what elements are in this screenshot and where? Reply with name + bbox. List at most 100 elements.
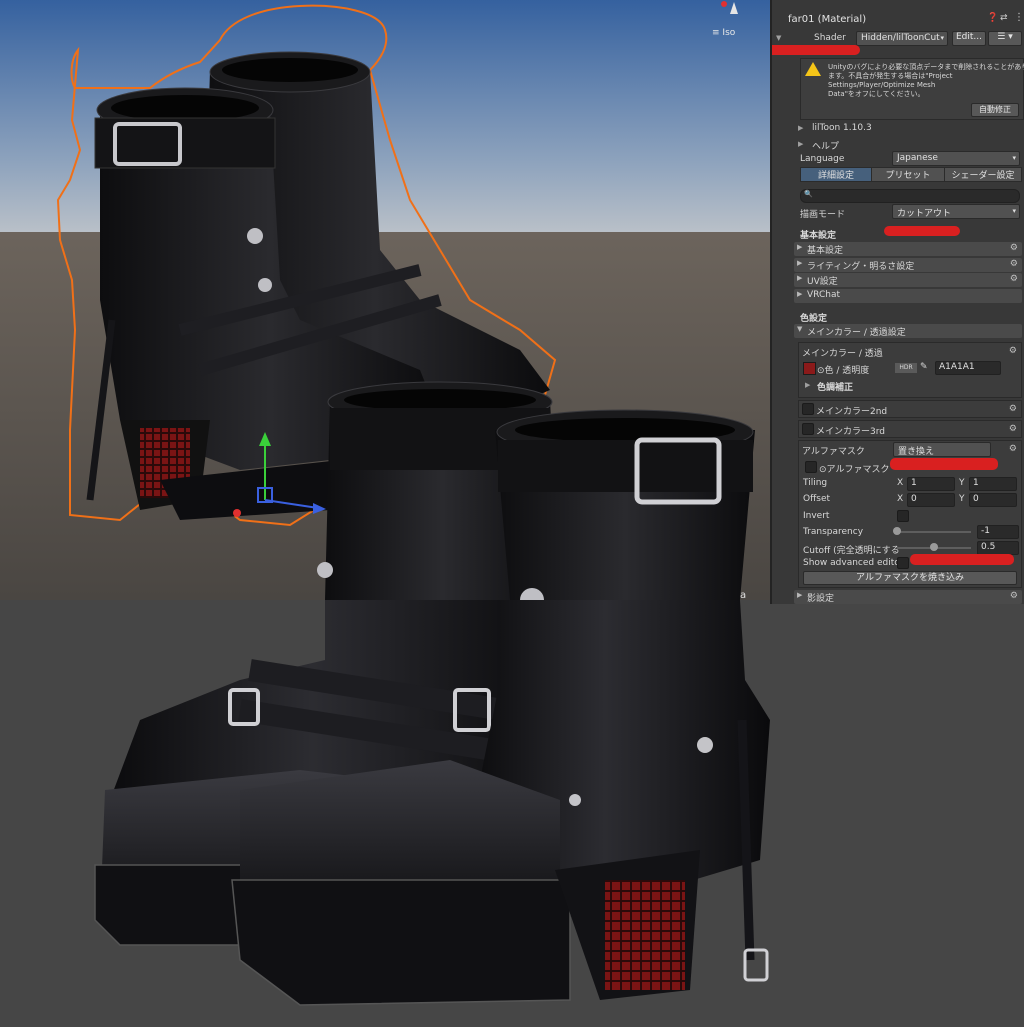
shader-menu-button[interactable]: ☰ ▾ bbox=[988, 31, 1022, 46]
inspector-panel: far01 (Material) ❓ ⇄ ⋮ ▼ Shader Hidden/l… bbox=[770, 0, 1024, 604]
main-color-2nd-label: メインカラー2nd bbox=[816, 407, 888, 417]
hdr-toggle[interactable]: HDR bbox=[895, 363, 917, 373]
tiling-y-label: Y bbox=[959, 478, 965, 488]
tab-advanced-settings[interactable]: 詳細設定 bbox=[800, 167, 872, 182]
material-name: far01 (Material) bbox=[788, 14, 867, 25]
gear-icon[interactable]: ⚙ bbox=[1009, 424, 1017, 434]
version-label[interactable]: lilToon 1.10.3 bbox=[812, 123, 872, 133]
alpha-mask-label: アルファマスク bbox=[802, 447, 865, 457]
section-vrchat[interactable]: ▶ VRChat bbox=[794, 289, 1022, 303]
dropdown-arrow-icon: ▾ bbox=[940, 34, 944, 42]
expand-help-icon[interactable]: ▶ bbox=[798, 140, 803, 148]
show-advanced-label: Show advanced edito bbox=[803, 558, 900, 568]
red-annotation-render-mode bbox=[884, 226, 960, 236]
offset-y-field[interactable]: 0 bbox=[969, 493, 1017, 507]
scene-gizmo-icon[interactable] bbox=[714, 0, 754, 18]
gear-icon[interactable]: ⚙ bbox=[1010, 591, 1018, 601]
offset-y-label: Y bbox=[959, 494, 965, 504]
cutoff-field[interactable]: 0.5 bbox=[977, 541, 1019, 555]
cutoff-slider-knob[interactable] bbox=[930, 543, 938, 551]
warning-text-1: Unityのバグにより必要な頂点データまで削除されることがあり bbox=[828, 63, 1024, 71]
section-basic[interactable]: ▶ 基本設定 ⚙ bbox=[794, 242, 1022, 256]
eyedropper-icon[interactable]: ✎ bbox=[920, 362, 928, 372]
offset-x-label: X bbox=[897, 494, 904, 504]
scene-view[interactable]: ≡ Iso bbox=[0, 0, 770, 600]
main-color-2nd-row: メインカラー2nd ⚙ bbox=[798, 400, 1022, 418]
expand-icon: ▶ bbox=[797, 591, 803, 599]
tiling-y-field[interactable]: 1 bbox=[969, 477, 1017, 491]
gear-icon[interactable]: ⚙ bbox=[1009, 444, 1017, 454]
search-field[interactable]: 🔍 bbox=[800, 189, 1020, 203]
red-annotation-cutoff bbox=[910, 554, 1014, 565]
section-shadow[interactable]: ▶ 影設定 ⚙ bbox=[794, 590, 1022, 604]
color-alpha-label: ⊙色 / 透明度 bbox=[817, 366, 870, 376]
view-mode-label[interactable]: ≡ Iso bbox=[712, 28, 735, 38]
preset-icon[interactable]: ⇄ bbox=[1000, 13, 1008, 23]
expand-icon: ▶ bbox=[797, 290, 803, 298]
search-icon: 🔍 bbox=[804, 190, 813, 198]
color-settings-header: 色設定 bbox=[800, 314, 828, 324]
expand-icon[interactable]: ▶ bbox=[805, 381, 810, 389]
tab-presets[interactable]: プリセット bbox=[871, 167, 945, 182]
render-mode-label: 描画モード bbox=[800, 210, 846, 220]
help-label[interactable]: ヘルプ bbox=[812, 139, 839, 152]
shader-dropdown[interactable]: Hidden/lilToonCut ▾ bbox=[856, 31, 948, 46]
collapse-arrow-icon[interactable]: ▼ bbox=[776, 34, 781, 42]
more-menu-icon[interactable]: ⋮ bbox=[1014, 12, 1024, 23]
gear-icon[interactable]: ⚙ bbox=[1010, 259, 1018, 269]
warning-text-2: ます。不具合が発生する場合は"Project bbox=[828, 72, 953, 80]
main-color-3rd-checkbox[interactable] bbox=[802, 423, 814, 435]
red-annotation-shader bbox=[772, 45, 860, 55]
shader-label: Shader bbox=[814, 33, 846, 43]
dropdown-arrow-icon: ▾ bbox=[1012, 154, 1016, 162]
main-color-3rd-label: メインカラー3rd bbox=[816, 427, 885, 437]
gear-icon[interactable]: ⚙ bbox=[1009, 404, 1017, 414]
auto-fix-button[interactable]: 自動修正 bbox=[971, 103, 1019, 117]
cutoff-slider[interactable] bbox=[897, 543, 971, 551]
gear-icon[interactable]: ⚙ bbox=[1009, 346, 1017, 356]
invert-checkbox[interactable] bbox=[897, 510, 909, 522]
tiling-label: Tiling bbox=[803, 478, 828, 488]
expand-version-icon[interactable]: ▶ bbox=[798, 124, 803, 132]
expand-icon: ▶ bbox=[797, 259, 803, 267]
offset-x-field[interactable]: 0 bbox=[907, 493, 955, 507]
warning-box: Unityのバグにより必要な頂点データまで削除されることがあり ます。不具合が発… bbox=[800, 58, 1024, 120]
list-icon: ☰ ▾ bbox=[997, 32, 1013, 42]
transparency-field[interactable]: -1 bbox=[977, 525, 1019, 539]
red-annotation-alpha-mask bbox=[890, 458, 998, 470]
render-mode-dropdown[interactable]: カットアウト ▾ bbox=[892, 204, 1020, 219]
language-label: Language bbox=[800, 154, 845, 164]
expand-icon: ▶ bbox=[797, 243, 803, 251]
transparency-slider-knob[interactable] bbox=[893, 527, 901, 535]
tiling-x-label: X bbox=[897, 478, 904, 488]
section-uv[interactable]: ▶ UV設定 ⚙ bbox=[794, 273, 1022, 287]
tab-shader-settings[interactable]: シェーダー設定 bbox=[944, 167, 1022, 182]
bake-alpha-mask-button[interactable]: アルファマスクを焼き込み bbox=[803, 571, 1017, 585]
gear-icon[interactable]: ⚙ bbox=[1010, 274, 1018, 284]
expand-icon: ▶ bbox=[797, 274, 803, 282]
scene-handle-label[interactable]: a bbox=[740, 590, 746, 601]
help-icon[interactable]: ❓ bbox=[987, 13, 998, 23]
cutoff-label: Cutoff (完全透明にする bbox=[803, 546, 900, 556]
section-lighting[interactable]: ▶ ライティング・明るさ設定 ⚙ bbox=[794, 258, 1022, 272]
main-color-2nd-checkbox[interactable] bbox=[802, 403, 814, 415]
gear-icon[interactable]: ⚙ bbox=[1010, 243, 1018, 253]
transparency-slider[interactable] bbox=[893, 527, 971, 535]
edit-shader-button[interactable]: Edit... bbox=[952, 31, 986, 46]
alpha-mask-texture-label: ⊙アルファマスク bbox=[819, 465, 890, 475]
color-swatch[interactable] bbox=[803, 362, 816, 375]
show-advanced-checkbox[interactable] bbox=[897, 557, 909, 569]
color-correction-label[interactable]: 色調補正 bbox=[817, 380, 853, 393]
tiling-x-field[interactable]: 1 bbox=[907, 477, 955, 491]
main-color-3rd-row: メインカラー3rd ⚙ bbox=[798, 420, 1022, 438]
alpha-mask-texture-slot[interactable] bbox=[805, 461, 817, 473]
dropdown-arrow-icon: ▾ bbox=[1012, 207, 1016, 215]
language-dropdown[interactable]: Japanese ▾ bbox=[892, 151, 1020, 166]
section-main-color[interactable]: ▼ メインカラー / 透過設定 bbox=[794, 324, 1022, 338]
main-color-box: メインカラー / 透過 ⚙ ⊙色 / 透明度 HDR ✎ A1A1A1 ▶ 色調… bbox=[798, 342, 1022, 398]
hamburger-icon: ≡ bbox=[712, 28, 720, 38]
color-hex-field[interactable]: A1A1A1 bbox=[935, 361, 1001, 375]
scene-render bbox=[0, 0, 770, 600]
front-boots-upper bbox=[317, 381, 755, 600]
alpha-mask-mode-dropdown[interactable]: 置き換え bbox=[893, 442, 991, 457]
